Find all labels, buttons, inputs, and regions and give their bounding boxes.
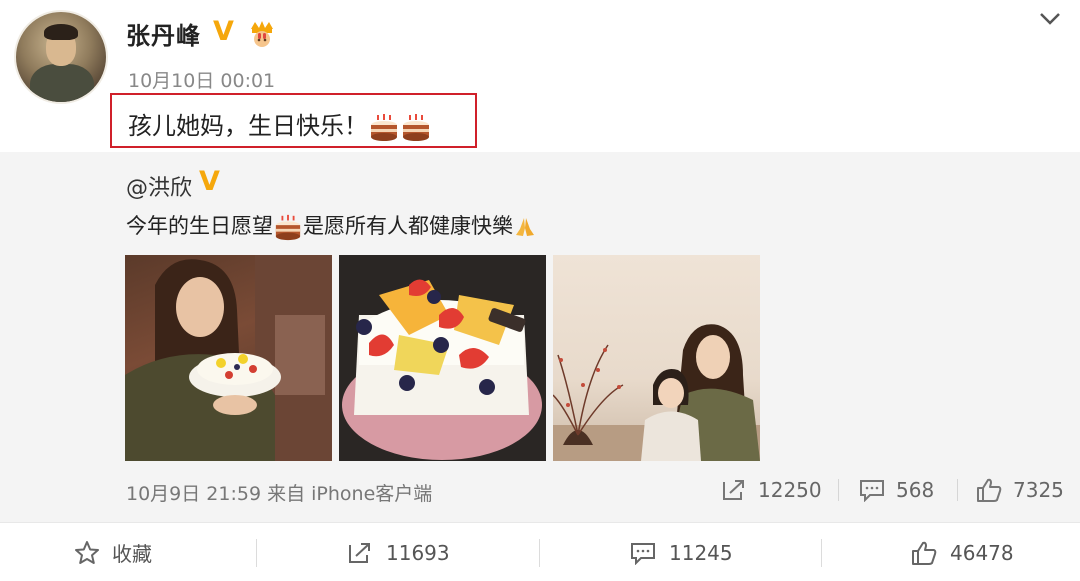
birthday-cake-icon [403,114,429,141]
thumbs-up-icon [977,478,1002,502]
divider [957,479,958,501]
favorite-label: 收藏 [112,542,152,566]
like-count: 46478 [950,540,1014,565]
share-icon [723,480,744,500]
divider [821,539,822,567]
reposted-post[interactable]: @洪欣 V 今年的生日愿望 是愿所有人都健康快樂 10月9日 21:59 来自 … [0,152,1080,522]
crown-badge-icon [251,21,273,47]
original-like-count[interactable]: 7325 [975,474,1064,506]
divider [838,479,839,501]
like-count-value: 7325 [1013,478,1064,502]
post-text-highlight: 孩儿她妈，生日快乐！ [110,93,477,148]
original-comment-count[interactable]: 568 [858,474,934,506]
comment-button[interactable]: 11245 [629,523,733,581]
post-username[interactable]: 张丹峰 [126,16,201,51]
original-text-part-1: 今年的生日愿望 [126,214,273,238]
user-avatar[interactable] [14,10,108,104]
chevron-down-icon[interactable] [1036,8,1064,30]
comment-count: 11245 [669,540,733,565]
original-text-part-2: 是愿所有人都健康快樂 [303,214,513,238]
birthday-cake-icon [371,114,397,141]
original-username[interactable]: @洪欣 [126,170,192,202]
post-text: 孩儿她妈，生日快乐！ [128,106,432,142]
star-icon [75,540,99,564]
comment-count-value: 568 [896,478,935,502]
repost-count-value: 12250 [758,478,822,502]
post-timestamp[interactable]: 10月10日 00:01 [128,66,275,93]
thumbs-up-icon [912,541,937,565]
favorite-button[interactable]: 收藏 [74,523,152,581]
repost-button[interactable]: 11693 [346,523,450,581]
like-button[interactable]: 46478 [910,523,1014,581]
action-bar: 收藏 11693 11245 46478 [0,522,1080,581]
birthday-cake-icon [275,214,301,241]
post-photo-1[interactable] [125,255,332,461]
verified-v-icon: V [199,166,220,197]
original-post-meta: 10月9日 21:59 来自 iPhone客户端 [126,483,433,505]
repost-count: 11693 [386,540,450,565]
post-text-content: 孩儿她妈，生日快乐！ [128,112,368,140]
divider [256,539,257,567]
comment-icon [860,480,884,502]
post-photo-2[interactable] [339,255,546,461]
divider [539,539,540,567]
verified-v-icon: V [213,16,234,47]
post-header: 张丹峰 V 10月10日 00:01 孩儿她妈，生日快乐！ [0,0,1080,152]
post-photo-3[interactable] [553,255,760,461]
share-icon [349,542,370,563]
original-post-text: 今年的生日愿望 是愿所有人都健康快樂 [126,210,537,241]
original-repost-count[interactable]: 12250 [720,474,822,506]
folded-hands-icon [516,218,534,236]
comment-icon [631,542,655,565]
